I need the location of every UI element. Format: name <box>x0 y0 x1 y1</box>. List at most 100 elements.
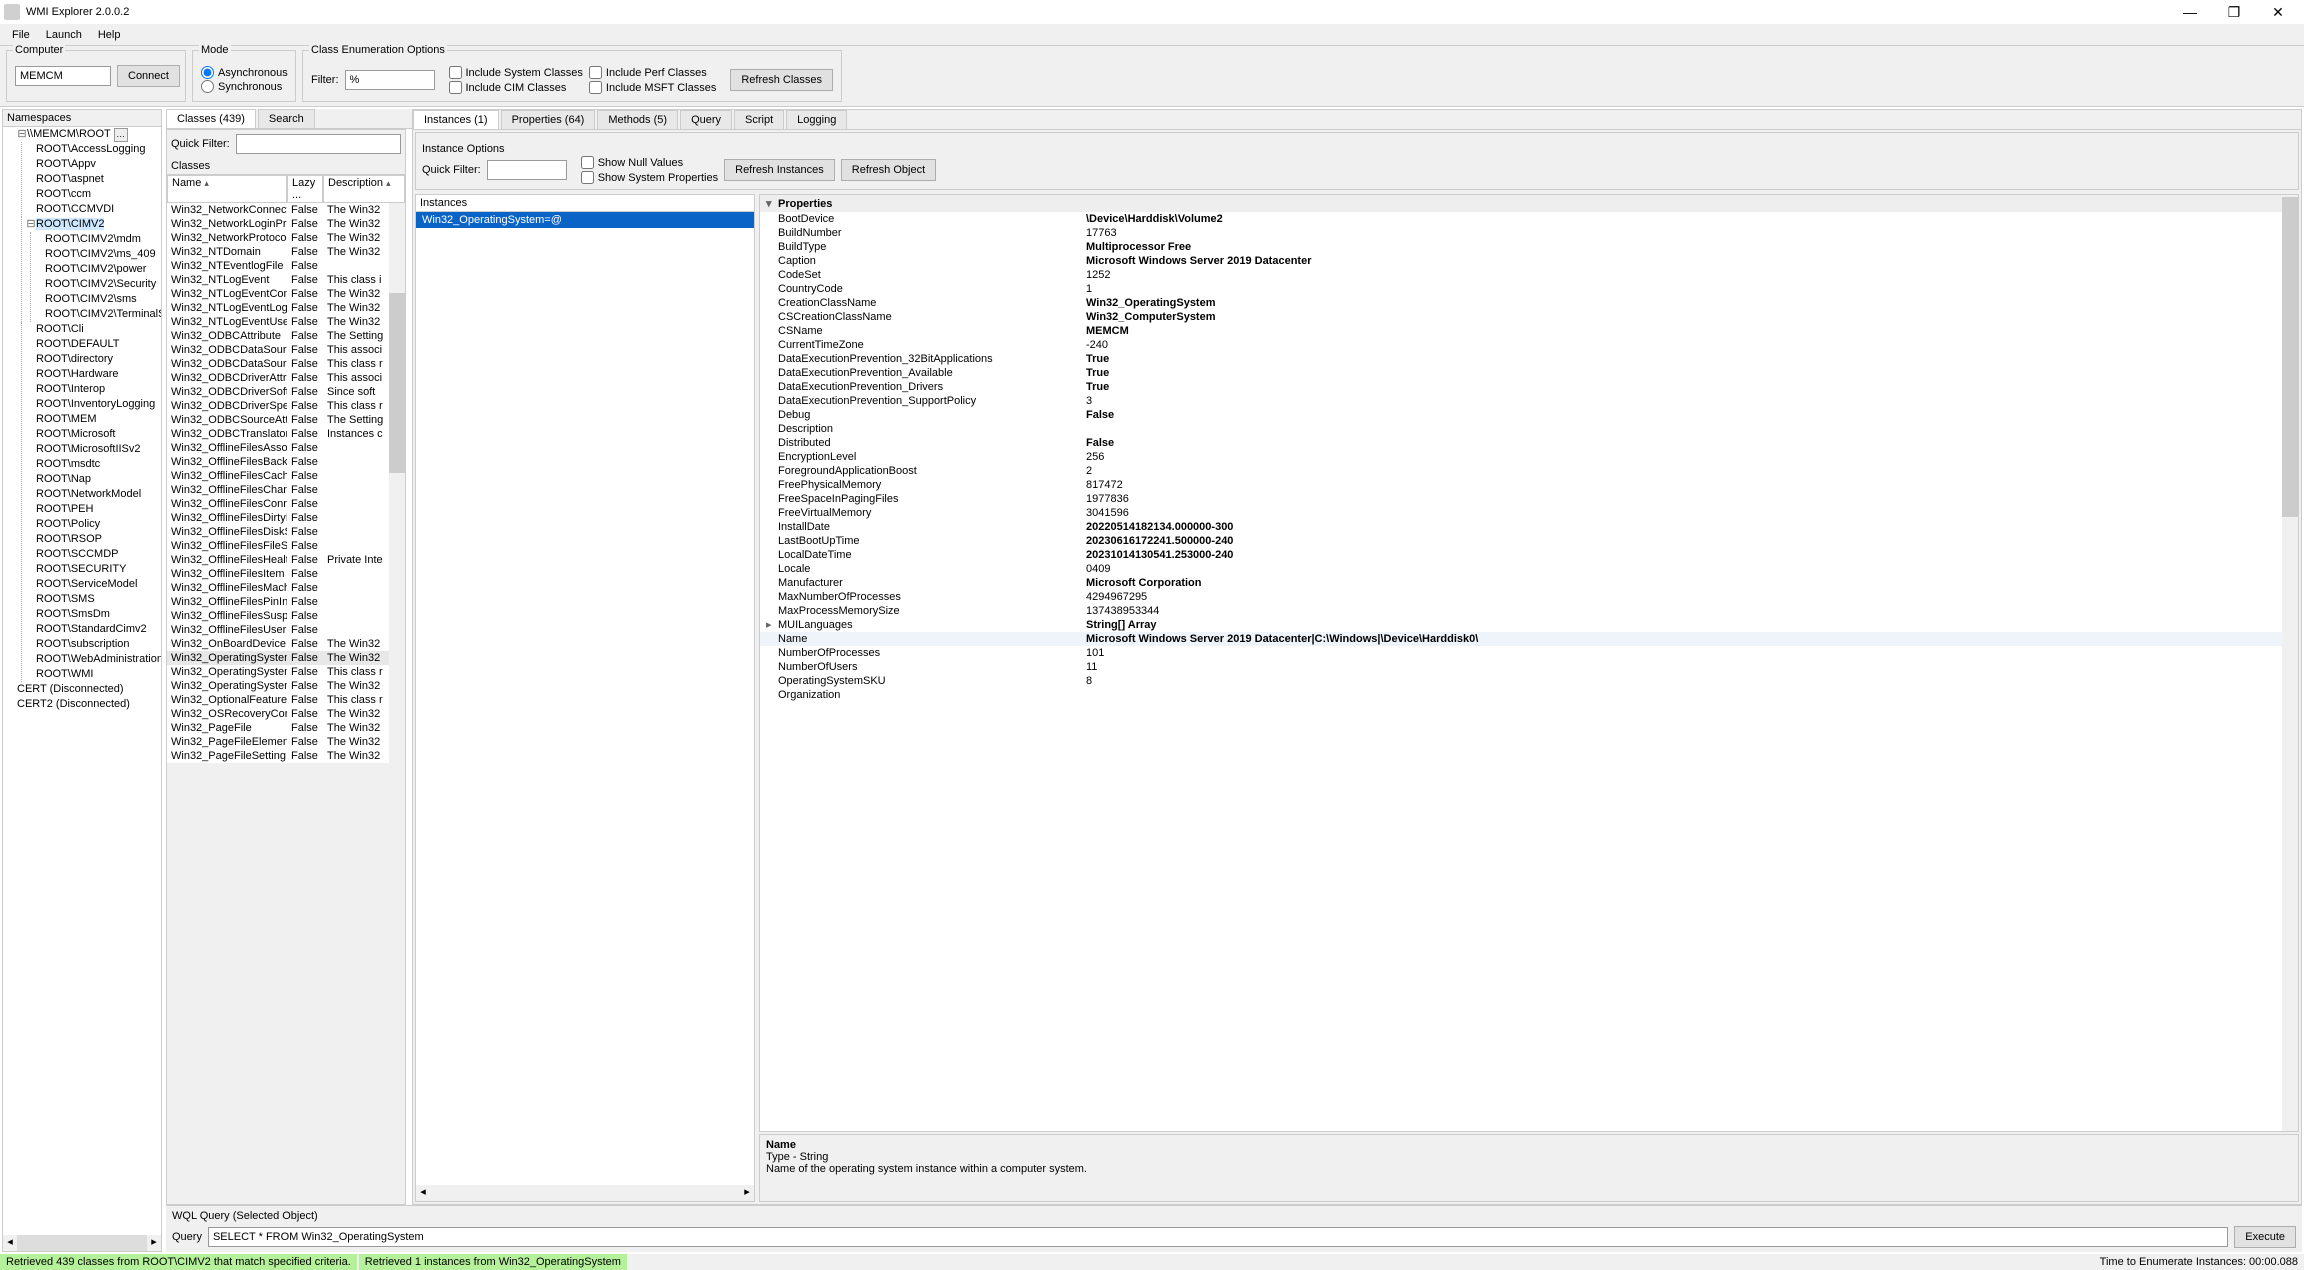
class-row[interactable]: Win32_PageFileFalseThe Win32 <box>167 721 405 735</box>
class-row[interactable]: Win32_NTLogEventCompu...FalseThe Win32 <box>167 287 405 301</box>
instance-row[interactable]: Win32_OperatingSystem=@ <box>416 212 754 228</box>
class-row[interactable]: Win32_ODBCAttributeFalseThe Setting <box>167 329 405 343</box>
chk-include-system[interactable]: Include System Classes <box>449 66 583 79</box>
tab-search[interactable]: Search <box>258 109 315 128</box>
class-row[interactable]: Win32_NetworkConnectionFalseThe Win32 <box>167 203 405 217</box>
tree-item[interactable]: ROOT\SECURITY <box>36 563 126 575</box>
property-row[interactable]: CSCreationClassNameWin32_ComputerSystem <box>760 310 2298 324</box>
property-row[interactable]: MaxProcessMemorySize137438953344 <box>760 604 2298 618</box>
class-row[interactable]: Win32_ODBCDriverSoftwar...FalseSince sof… <box>167 385 405 399</box>
class-row[interactable]: Win32_OfflineFilesSuspendI...False <box>167 609 405 623</box>
tree-item[interactable]: ROOT\MEM <box>36 413 97 425</box>
tree-item[interactable]: ROOT\InventoryLogging <box>36 398 155 410</box>
property-row[interactable]: BootDevice\Device\Harddisk\Volume2 <box>760 212 2298 226</box>
class-row[interactable]: Win32_NTEventlogFileFalse <box>167 259 405 273</box>
inst-scrollbar[interactable] <box>430 1185 740 1201</box>
tree-item[interactable]: CERT (Disconnected) <box>17 683 124 695</box>
tree-item[interactable]: ROOT\Hardware <box>36 368 119 380</box>
class-row[interactable]: Win32_OfflineFilesAssociat...False <box>167 441 405 455</box>
property-row[interactable]: BuildNumber17763 <box>760 226 2298 240</box>
col-name[interactable]: Name ▴ <box>167 175 287 203</box>
connect-button[interactable]: Connect <box>117 65 180 87</box>
tree-root-action[interactable]: … <box>114 128 128 142</box>
class-row[interactable]: Win32_OfflineFilesConnecti...False <box>167 497 405 511</box>
tree-item[interactable]: CERT2 (Disconnected) <box>17 698 130 710</box>
class-row[interactable]: Win32_ODBCDriverSpecific...FalseThis cla… <box>167 399 405 413</box>
property-row[interactable]: CodeSet1252 <box>760 268 2298 282</box>
class-row[interactable]: Win32_OfflineFilesUserConf...False <box>167 623 405 637</box>
tree-item[interactable]: ROOT\AccessLogging <box>36 143 145 155</box>
class-row[interactable]: Win32_ODBCDataSourceA...FalseThis associ <box>167 343 405 357</box>
refresh-object-button[interactable]: Refresh Object <box>841 159 936 181</box>
property-row[interactable]: DataExecutionPrevention_SupportPolicy3 <box>760 394 2298 408</box>
tree-item[interactable]: ROOT\SCCMDP <box>36 548 119 560</box>
property-row[interactable]: CurrentTimeZone-240 <box>760 338 2298 352</box>
tree-item[interactable]: ROOT\Microsoft <box>36 428 115 440</box>
tab-classes[interactable]: Classes (439) <box>166 109 256 128</box>
instance-tab[interactable]: Instances (1) <box>413 110 499 129</box>
tree-item[interactable]: ROOT\Interop <box>36 383 105 395</box>
class-row[interactable]: Win32_OperatingSystemQFEFalseThe Win32 <box>167 679 405 693</box>
property-row[interactable]: CaptionMicrosoft Windows Server 2019 Dat… <box>760 254 2298 268</box>
instance-tab[interactable]: Methods (5) <box>597 110 678 129</box>
property-row[interactable]: DataExecutionPrevention_AvailableTrue <box>760 366 2298 380</box>
property-row[interactable]: LocalDateTime20231014130541.253000-240 <box>760 548 2298 562</box>
property-row[interactable]: Description <box>760 422 2298 436</box>
class-row[interactable]: Win32_NTLogEventLogFalseThe Win32 <box>167 301 405 315</box>
mode-sync[interactable]: Synchronous <box>201 80 287 93</box>
namespace-tree[interactable]: ⊟\\MEMCM\ROOT … ROOT\AccessLoggingROOT\A… <box>3 127 161 1235</box>
property-row[interactable]: DataExecutionPrevention_DriversTrue <box>760 380 2298 394</box>
tree-item[interactable]: ROOT\SmsDm <box>36 608 110 620</box>
tree-item[interactable]: ROOT\Policy <box>36 518 100 530</box>
class-row[interactable]: Win32_OptionalFeatureFalseThis class r <box>167 693 405 707</box>
property-row[interactable]: LastBootUpTime20230616172241.500000-240 <box>760 534 2298 548</box>
property-row[interactable]: ForegroundApplicationBoost2 <box>760 464 2298 478</box>
tree-item[interactable]: ROOT\CIMV2\sms <box>45 293 137 305</box>
class-row[interactable]: Win32_OperatingSystemFalseThe Win32 <box>167 651 405 665</box>
inst-quick-filter[interactable] <box>487 160 567 180</box>
tree-item[interactable]: ROOT\aspnet <box>36 173 104 185</box>
chk-show-sys[interactable]: Show System Properties <box>581 171 718 184</box>
menu-launch[interactable]: Launch <box>38 29 90 41</box>
class-row[interactable]: Win32_NTDomainFalseThe Win32 <box>167 245 405 259</box>
property-row[interactable]: CSNameMEMCM <box>760 324 2298 338</box>
tree-item[interactable]: ROOT\ccm <box>36 188 91 200</box>
tree-root[interactable]: \\MEMCM\ROOT <box>27 128 111 140</box>
class-row[interactable]: Win32_PageFileElementSet...FalseThe Win3… <box>167 735 405 749</box>
chk-include-perf[interactable]: Include Perf Classes <box>589 66 716 79</box>
tree-item[interactable]: ROOT\StandardCimv2 <box>36 623 147 635</box>
instance-tab[interactable]: Query <box>680 110 732 129</box>
properties-category[interactable]: ▾Properties <box>760 195 2298 212</box>
tree-item[interactable]: ROOT\ServiceModel <box>36 578 137 590</box>
property-row[interactable]: MaxNumberOfProcesses4294967295 <box>760 590 2298 604</box>
property-row[interactable]: OperatingSystemSKU8 <box>760 674 2298 688</box>
property-row[interactable]: NameMicrosoft Windows Server 2019 Datace… <box>760 632 2298 646</box>
col-desc[interactable]: Description ▴ <box>323 175 405 203</box>
class-row[interactable]: Win32_ODBCDriverAttributeFalseThis assoc… <box>167 371 405 385</box>
class-row[interactable]: Win32_NetworkLoginProfileFalseThe Win32 <box>167 217 405 231</box>
class-quick-filter[interactable] <box>236 134 401 154</box>
instance-tab[interactable]: Script <box>734 110 784 129</box>
property-row[interactable]: DataExecutionPrevention_32BitApplication… <box>760 352 2298 366</box>
class-scrollbar[interactable] <box>389 203 405 763</box>
ns-scroll-right[interactable]: ▸ <box>147 1235 161 1251</box>
property-row[interactable]: ▸MUILanguagesString[] Array <box>760 618 2298 632</box>
instance-tab[interactable]: Logging <box>786 110 847 129</box>
tree-item[interactable]: ROOT\CIMV2\ms_409 <box>45 248 156 260</box>
class-row[interactable]: Win32_OfflineFilesPinInfoFalse <box>167 595 405 609</box>
property-row[interactable]: CreationClassNameWin32_OperatingSystem <box>760 296 2298 310</box>
maximize-button[interactable]: ❐ <box>2212 0 2256 24</box>
chk-include-msft[interactable]: Include MSFT Classes <box>589 81 716 94</box>
instance-tab[interactable]: Properties (64) <box>501 110 596 129</box>
tree-item[interactable]: ROOT\Cli <box>36 323 84 335</box>
refresh-classes-button[interactable]: Refresh Classes <box>730 69 833 91</box>
property-row[interactable]: NumberOfUsers11 <box>760 660 2298 674</box>
property-row[interactable]: DebugFalse <box>760 408 2298 422</box>
tree-item[interactable]: ROOT\CCMVDI <box>36 203 114 215</box>
tree-item[interactable]: ROOT\WMI <box>36 668 93 680</box>
menu-help[interactable]: Help <box>90 29 129 41</box>
menu-file[interactable]: File <box>4 29 38 41</box>
property-row[interactable]: Organization <box>760 688 2298 702</box>
tree-item[interactable]: ROOT\PEH <box>36 503 93 515</box>
property-row[interactable]: FreeSpaceInPagingFiles1977836 <box>760 492 2298 506</box>
